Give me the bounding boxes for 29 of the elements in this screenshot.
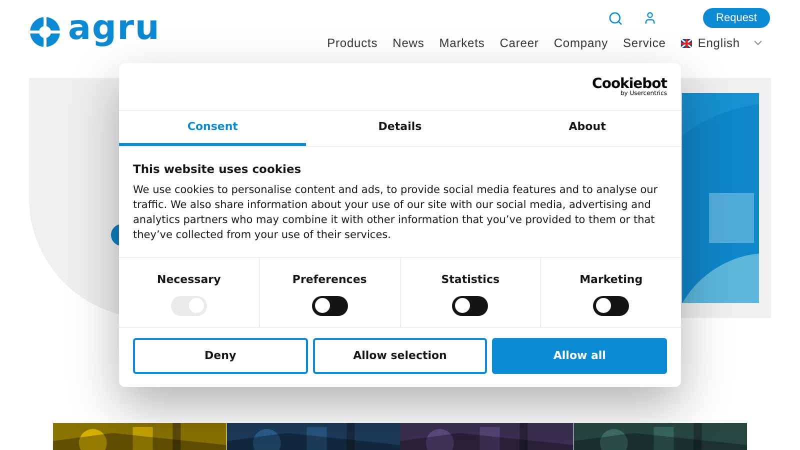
category-toggle[interactable]	[593, 296, 630, 316]
language-selector[interactable]: English	[698, 34, 740, 52]
nav-link[interactable]: Markets	[439, 34, 485, 52]
cookiebot-logo: Cookiebot	[592, 76, 667, 90]
nav-link[interactable]: Company	[554, 34, 608, 52]
request-button[interactable]: Request	[703, 8, 770, 28]
user-icon[interactable]	[643, 11, 658, 25]
nav-link[interactable]: Career	[500, 34, 539, 52]
flag-icon	[680, 38, 692, 48]
search-icon[interactable]	[608, 10, 624, 26]
category-toggle[interactable]	[312, 296, 348, 316]
nav-link[interactable]: News	[392, 34, 424, 52]
nav-link[interactable]: Products	[327, 34, 378, 52]
category-label: Marketing	[580, 272, 643, 288]
dialog-title: This website uses cookies	[133, 161, 302, 178]
consent-button[interactable]: Allow all	[492, 338, 668, 374]
category-label: Preferences	[292, 272, 367, 288]
consent-button[interactable]: Allow selection	[312, 338, 488, 374]
category-toggle[interactable]	[452, 296, 488, 316]
category-label: Statistics	[441, 272, 500, 288]
dialog-tab[interactable]: About	[494, 111, 681, 146]
logo-icon	[30, 17, 60, 47]
dialog-tab[interactable]: Details	[306, 111, 494, 146]
consent-button[interactable]: Deny	[133, 338, 308, 374]
dialog-tab[interactable]: Consent	[119, 111, 306, 146]
logo-wordmark[interactable]: agru	[68, 11, 160, 45]
nav-link[interactable]: Service	[623, 34, 666, 52]
category-label: Necessary	[156, 272, 221, 288]
dialog-description: We use cookies to personalise content and ads, to provide social media features and to analyse our traffic. We also share information about your use of our site with our social media, advertising and analytics partners who may combine it with other information that you’ve provided to them or that they’ve collected from your use of their services.	[133, 183, 659, 244]
